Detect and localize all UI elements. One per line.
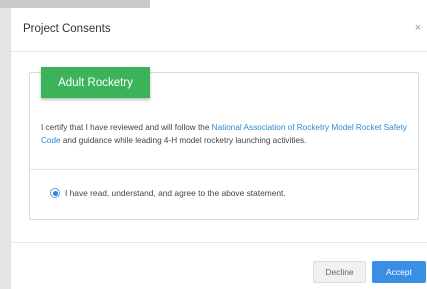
agree-radio-button[interactable] [50,188,60,198]
consent-text-after: and guidance while leading 4-H model roc… [60,136,307,145]
background-page-edge [0,8,10,289]
close-icon[interactable]: × [412,22,424,34]
consent-statement: I certify that I have reviewed and will … [41,121,411,147]
agree-label[interactable]: I have read, understand, and agree to th… [65,188,286,198]
radio-selected-dot [52,190,58,196]
modal-footer-divider [11,242,427,243]
background-window-edge [0,0,150,8]
card-divider [30,169,418,170]
modal-header: Project Consents × [11,8,427,52]
consent-text-before: I certify that I have reviewed and will … [41,123,212,132]
project-consents-modal: Project Consents × Adult Rocketry I cert… [10,8,427,289]
consent-tab-label: Adult Rocketry [41,67,150,98]
decline-button[interactable]: Decline [313,261,366,283]
agree-option[interactable]: I have read, understand, and agree to th… [50,187,286,199]
modal-title: Project Consents [23,23,111,35]
accept-button[interactable]: Accept [372,261,426,283]
consent-card: Adult Rocketry I certify that I have rev… [29,67,419,220]
